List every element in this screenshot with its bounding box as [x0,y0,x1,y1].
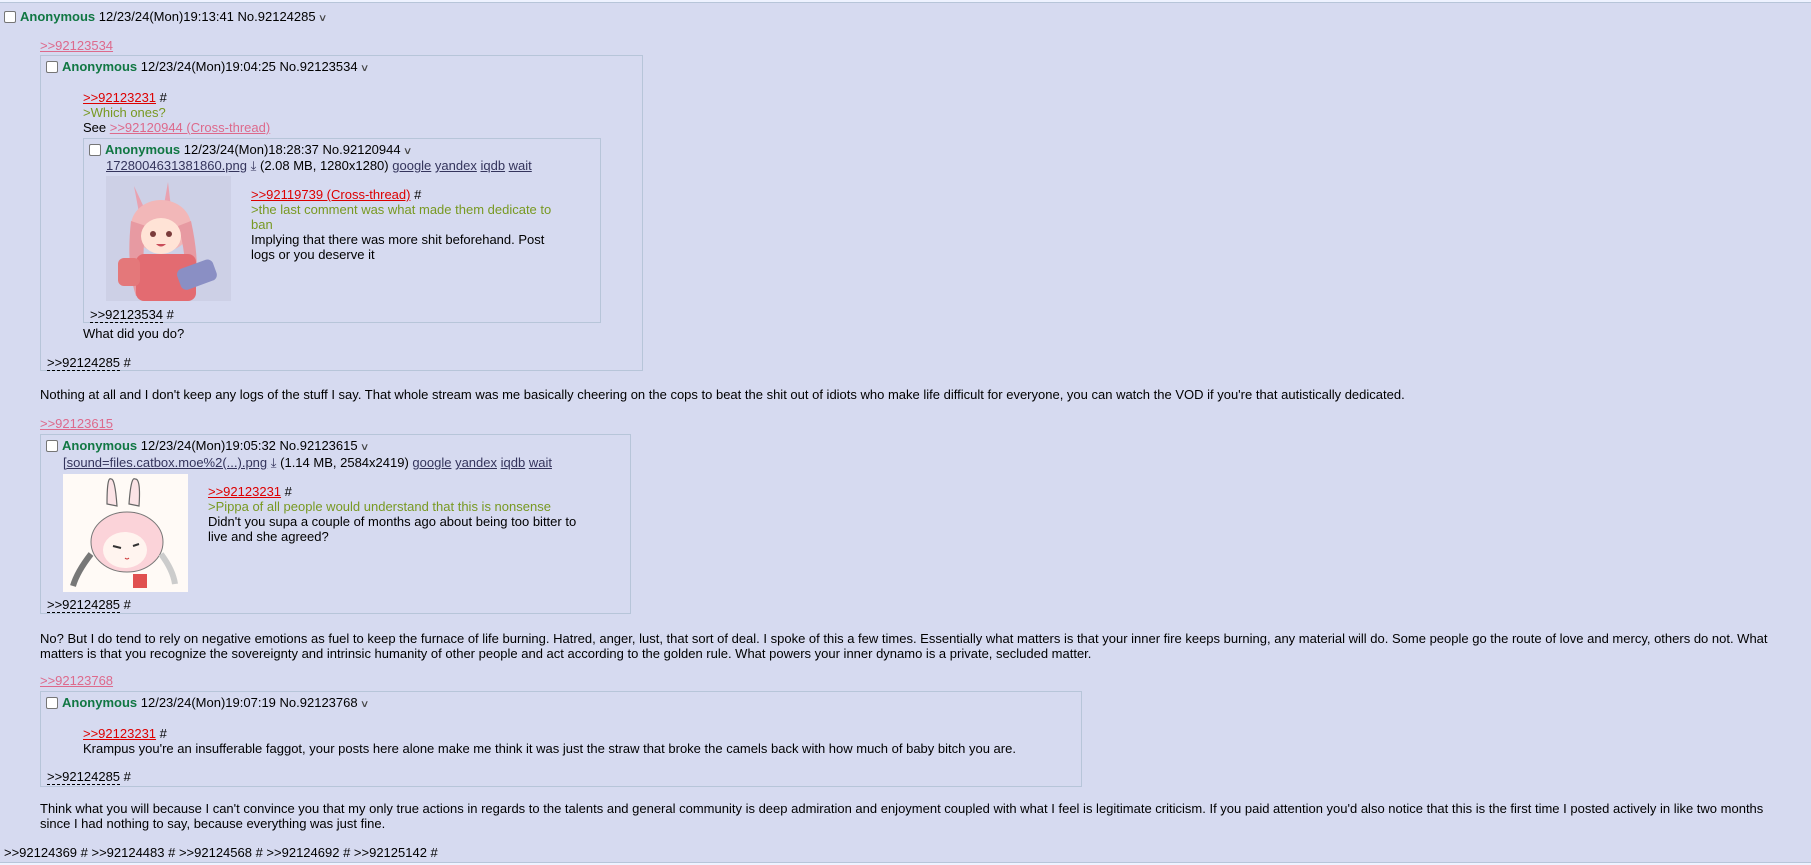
file-name-link[interactable]: [sound=files.catbox.moe%2(...).png [63,455,267,470]
wait-link[interactable]: wait [509,158,532,173]
chevron-down-icon[interactable]: ∨ [360,440,370,456]
download-icon[interactable]: ⤓ [251,158,257,173]
reply-ref-link[interactable]: >>92123534 [90,307,164,323]
post-number[interactable]: No.92124285 [238,9,316,24]
reply-ref-link[interactable]: >>92124285 [47,769,121,785]
chevron-down-icon[interactable]: ∨ [318,11,328,27]
quote-link[interactable]: >>92123231 [83,726,156,741]
google-link[interactable]: google [412,455,451,470]
hash-link[interactable]: # [160,726,167,741]
poster-name: Anonymous [62,438,138,453]
nested-post-92120944: Anonymous 12/23/24(Mon)18:28:37 No.92120… [83,138,601,323]
quoted-post-92123768: Anonymous 12/23/24(Mon)19:07:19 No.92123… [40,691,1082,787]
chevron-down-icon[interactable]: ∨ [360,697,370,713]
google-link[interactable]: google [392,158,431,173]
quoted-post-92123615: Anonymous 12/23/24(Mon)19:05:32 No.92123… [40,434,631,614]
see-label: See [83,120,110,135]
post-datetime: 12/23/24(Mon)19:04:25 [140,59,276,74]
quoted-post-header: Anonymous 12/23/24(Mon)19:07:19 No.92123… [46,695,370,713]
post-datetime: 12/23/24(Mon)19:07:19 [140,695,276,710]
post-datetime: 12/23/24(Mon)19:13:41 [98,9,234,24]
post-datetime: 12/23/24(Mon)18:28:37 [183,142,319,157]
post-number[interactable]: No.92123534 [280,59,358,74]
quote-link[interactable]: >>92123231 [208,484,281,499]
quote-line: >>92123231 # [83,726,167,741]
select-checkbox[interactable] [46,697,58,709]
quote-line: >>92123231 # [208,484,292,499]
file-name-link[interactable]: 1728004631381860.png [106,158,247,173]
main-post-header: Anonymous 12/23/24(Mon)19:13:41 No.92124… [4,9,328,27]
download-icon[interactable]: ⤓ [271,455,277,470]
wait-link[interactable]: wait [529,455,552,470]
post-body: Krampus you're an insufferable faggot, y… [83,741,1016,756]
hash-link[interactable]: # [124,597,131,612]
file-meta: (1.14 MB, 2584x2419) [280,455,409,470]
poster-name: Anonymous [105,142,181,157]
reply-ref-link[interactable]: >>92124285 [47,597,121,613]
crossthread-quote-link[interactable]: >>92119739 (Cross-thread) [251,187,410,202]
greentext: >the last comment was what made them ded… [251,202,552,232]
backlink-92123615[interactable]: >>92123615 [40,416,113,431]
post-datetime: 12/23/24(Mon)19:05:32 [140,438,276,453]
yandex-link[interactable]: yandex [455,455,497,470]
thumbnail-image[interactable] [63,474,188,592]
reply-text-3: Think what you will because I can't conv… [40,801,1764,831]
post-body: Didn't you supa a couple of months ago a… [208,514,577,544]
iqdb-link[interactable]: iqdb [480,158,505,173]
poster-name: Anonymous [62,59,138,74]
hash-link[interactable]: # [414,187,421,202]
reply-text-1: Nothing at all and I don't keep any logs… [40,387,1405,402]
hash-link[interactable]: # [124,769,131,784]
crossthread-link[interactable]: >>92120944 (Cross-thread) [110,120,270,135]
post-footer: >>92124285 # [47,769,131,785]
post-body: What did you do? [83,326,185,341]
hash-link[interactable]: # [160,90,167,105]
post-number[interactable]: No.92123615 [280,438,358,453]
post-footer: >>92123534 # [90,307,174,323]
hash-link[interactable]: # [124,355,131,370]
quoted-post-header: Anonymous 12/23/24(Mon)19:04:25 No.92123… [46,59,370,77]
file-info: [sound=files.catbox.moe%2(...).png ⤓ (1.… [63,455,552,470]
hash-link[interactable]: # [167,307,174,322]
backlink-92123768[interactable]: >>92123768 [40,673,113,688]
yandex-link[interactable]: yandex [435,158,477,173]
post-footer: >>92124285 # [47,355,131,371]
quoted-post-header: Anonymous 12/23/24(Mon)19:05:32 No.92123… [46,438,370,456]
greentext: >Which ones? [83,105,166,120]
post-footer: >>92124285 # [47,597,131,613]
quote-link[interactable]: >>92123231 [83,90,156,105]
quote-line: >>92119739 (Cross-thread) # [251,187,421,202]
select-checkbox[interactable] [89,144,101,156]
file-info: 1728004631381860.png ⤓ (2.08 MB, 1280x12… [106,158,532,173]
see-line: See >>92120944 (Cross-thread) [83,120,270,135]
quoted-post-92123534: Anonymous 12/23/24(Mon)19:04:25 No.92123… [40,55,643,371]
select-checkbox[interactable] [46,440,58,452]
iqdb-link[interactable]: iqdb [501,455,526,470]
post-number[interactable]: No.92123768 [280,695,358,710]
reply-text-2: No? But I do tend to rely on negative em… [40,631,1768,661]
poster-name: Anonymous [20,9,96,24]
quote-line: >>92123231 # [83,90,167,105]
file-meta: (2.08 MB, 1280x1280) [259,158,389,173]
select-checkbox[interactable] [46,61,58,73]
backlink-92123534[interactable]: >>92123534 [40,38,113,53]
chevron-down-icon[interactable]: ∨ [360,61,370,77]
poster-name: Anonymous [62,695,138,710]
backlinks-footer[interactable]: >>92124369 # >>92124483 # >>92124568 # >… [4,845,438,860]
greentext: >Pippa of all people would understand th… [208,499,551,514]
select-checkbox[interactable] [4,11,16,23]
reply-ref-link[interactable]: >>92124285 [47,355,121,371]
main-post: Anonymous 12/23/24(Mon)19:13:41 No.92124… [0,2,1811,863]
post-number[interactable]: No.92120944 [323,142,401,157]
post-body: Implying that there was more shit before… [251,232,545,262]
thumbnail-image[interactable] [106,176,231,301]
hash-link[interactable]: # [285,484,292,499]
